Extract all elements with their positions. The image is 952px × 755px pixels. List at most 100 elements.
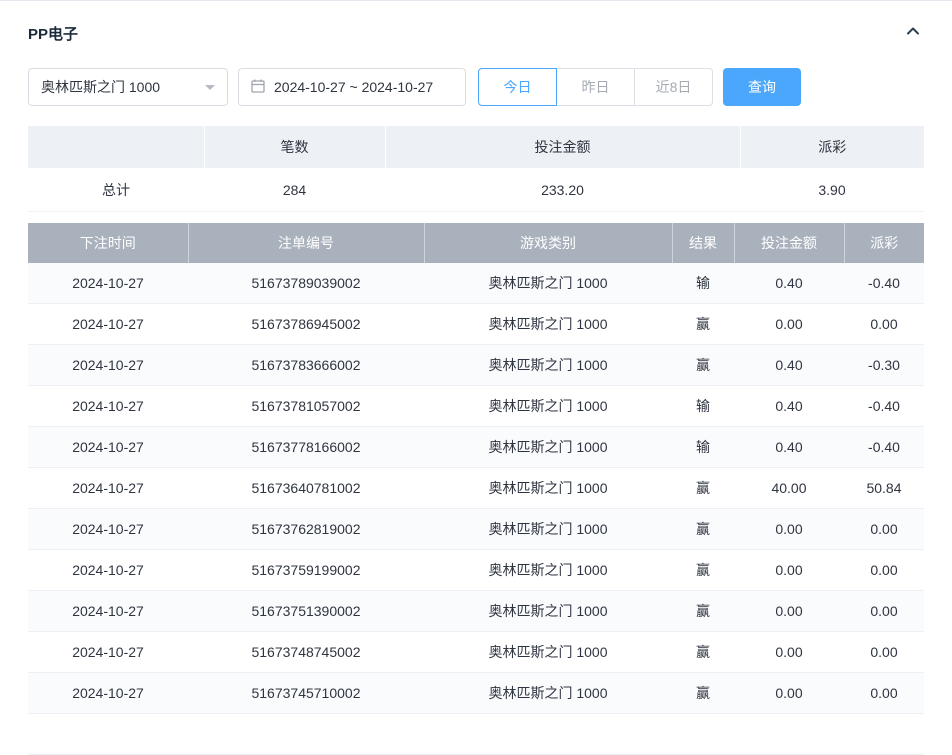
summary-header-row: 笔数 投注金额 派彩 [28,126,924,168]
table-row: 2024-10-27 51673778166002 奥林匹斯之门 1000 输 0.40… [28,426,924,468]
pp-electronics-panel: PP电子 奥林匹斯之门 1000 2024-10-27 ~ 2024-10-27 [0,1,952,755]
table-cell: 2024-10-27 [28,385,188,427]
table-cell: 2024-10-27 [28,631,188,673]
table-row: 2024-10-27 51673745710002 奥林匹斯之门 1000 赢 0.00… [28,672,924,714]
table-cell: 奥林匹斯之门 1000 [424,426,672,468]
quick-filter-last-8-days-button[interactable]: 近8日 [634,68,713,106]
detail-column-header: 注单编号 [187,223,424,263]
table-cell: 51673783666002 [188,344,424,386]
table-cell: 0.00 [844,631,924,673]
table-cell: 奥林匹斯之门 1000 [424,263,672,304]
table-cell: 0.40 [734,385,844,427]
table-cell: 2024-10-27 [28,263,188,304]
quick-filter-today-button[interactable]: 今日 [478,68,557,106]
table-cell: 奥林匹斯之门 1000 [424,590,672,632]
bet-records-table: 下注时间 注单编号 游戏类别 结果 投注金额 派彩 2024-10-27 516737890… [28,223,924,755]
table-cell: 51673786945002 [188,303,424,345]
table-cell: 赢 [672,590,734,632]
table-cell: 奥林匹斯之门 1000 [424,631,672,673]
table-cell: 51673781057002 [188,385,424,427]
game-select-value: 奥林匹斯之门 1000 [41,79,161,95]
table-cell [844,713,924,755]
table-cell: 51673640781002 [188,467,424,509]
table-cell: 2024-10-27 [28,303,188,345]
table-row: 2024-10-27 51673781057002 奥林匹斯之门 1000 输 0.40… [28,385,924,427]
table-cell: 0.00 [734,590,844,632]
summary-header-blank [28,126,204,168]
table-row: 2024-10-27 51673751390002 奥林匹斯之门 1000 赢 0.00… [28,590,924,632]
table-cell: 0.00 [734,549,844,591]
table-cell [188,713,424,755]
table-cell: 2024-10-27 [28,508,188,550]
detail-column-header: 派彩 [843,223,924,263]
detail-column-header: 游戏类别 [423,223,672,263]
query-button[interactable]: 查询 [723,68,801,106]
table-cell: 51673751390002 [188,590,424,632]
table-row: 2024-10-27 51673640781002 奥林匹斯之门 1000 赢 40.0… [28,467,924,509]
table-cell: 2024-10-27 [28,467,188,509]
table-row: 2024-10-27 51673783666002 奥林匹斯之门 1000 赢 0.40… [28,344,924,386]
detail-column-header: 投注金额 [733,223,844,263]
table-cell: 赢 [672,672,734,714]
table-cell: -0.40 [844,426,924,468]
table-cell: 奥林匹斯之门 1000 [424,672,672,714]
table-cell: 0.00 [844,672,924,714]
detail-header-row: 下注时间 注单编号 游戏类别 结果 投注金额 派彩 [28,223,924,263]
table-cell: 奥林匹斯之门 1000 [424,508,672,550]
table-cell: -0.40 [844,385,924,427]
table-cell: 0.00 [844,303,924,345]
table-cell: 奥林匹斯之门 1000 [424,385,672,427]
table-cell: 0.00 [734,508,844,550]
table-cell: 2024-10-27 [28,549,188,591]
table-cell: 赢 [672,303,734,345]
summary-total-row: 总计 284 233.20 3.90 [28,168,924,212]
table-cell: -0.40 [844,263,924,304]
detail-column-header: 结果 [671,223,734,263]
detail-column-header: 下注时间 [28,223,188,263]
chevron-up-icon [905,23,921,44]
table-cell [734,713,844,755]
table-cell: 0.40 [734,263,844,304]
summary-total-bet-amount: 233.20 [385,168,740,212]
table-row: 2024-10-27 51673789039002 奥林匹斯之门 1000 输 0.40… [28,263,924,304]
summary-column-header: 派彩 [739,126,924,168]
table-cell: 0.00 [734,672,844,714]
table-cell: 0.00 [844,508,924,550]
table-cell: 2024-10-27 [28,672,188,714]
summary-column-header: 投注金额 [384,126,740,168]
table-cell: 奥林匹斯之门 1000 [424,549,672,591]
page-title: PP电子 [28,25,79,43]
table-row: 2024-10-27 51673762819002 奥林匹斯之门 1000 赢 0.00… [28,508,924,550]
table-cell: 输 [672,385,734,427]
table-cell: 0.00 [734,631,844,673]
summary-column-header: 笔数 [203,126,385,168]
table-cell: 赢 [672,467,734,509]
table-cell: -0.30 [844,344,924,386]
table-cell: 0.00 [734,303,844,345]
detail-table-body: 2024-10-27 51673789039002 奥林匹斯之门 1000 输 0.40… [28,263,924,755]
collapse-panel-button[interactable] [902,22,924,44]
table-cell: 51673778166002 [188,426,424,468]
table-row: 2024-10-27 51673748745002 奥林匹斯之门 1000 赢 0.00… [28,631,924,673]
table-row: 2024-10-27 51673786945002 奥林匹斯之门 1000 赢 0.00… [28,303,924,345]
table-cell: 51673762819002 [188,508,424,550]
table-row: 2024-10-27 51673759199002 奥林匹斯之门 1000 赢 0.00… [28,549,924,591]
quick-filter-group: 今日 昨日 近8日 [478,68,713,106]
caret-down-icon [205,84,215,95]
quick-filter-yesterday-button[interactable]: 昨日 [556,68,635,106]
table-cell: 0.00 [844,549,924,591]
table-cell: 2024-10-27 [28,344,188,386]
date-range-picker[interactable]: 2024-10-27 ~ 2024-10-27 [238,68,466,106]
table-cell: 40.00 [734,467,844,509]
game-select[interactable]: 奥林匹斯之门 1000 [28,68,228,106]
table-cell: 51673748745002 [188,631,424,673]
table-cell [424,713,672,755]
panel-header: PP电子 [28,1,924,44]
table-cell: 赢 [672,549,734,591]
summary-total-payout: 3.90 [740,168,924,212]
summary-total-count: 284 [204,168,385,212]
table-cell: 奥林匹斯之门 1000 [424,303,672,345]
table-cell: 0.00 [844,590,924,632]
table-cell: 51673789039002 [188,263,424,304]
table-cell: 51673745710002 [188,672,424,714]
